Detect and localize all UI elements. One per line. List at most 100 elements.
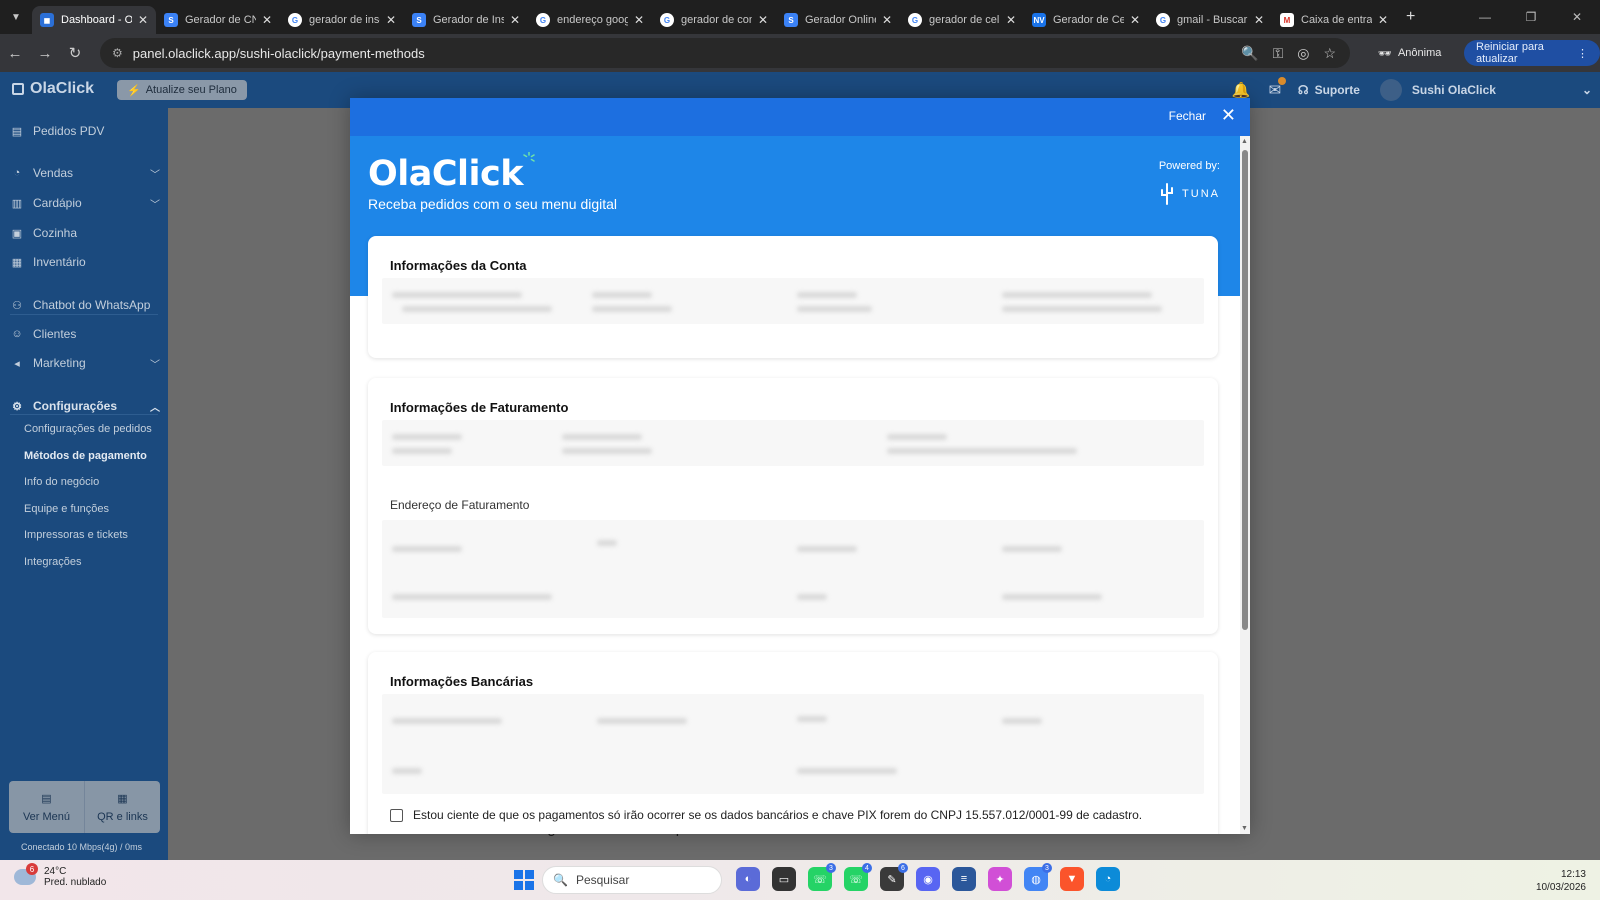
chevron-down-icon[interactable]: ﹀	[150, 196, 160, 211]
weather-desc: Pred. nublado	[44, 877, 107, 888]
more-vert-icon[interactable]: ⋮	[1577, 47, 1588, 60]
browser-tab[interactable]: S Gerador de Inscrição ✕	[404, 6, 528, 34]
edge-icon[interactable]: ◔	[1096, 867, 1120, 891]
taskbar-search[interactable]: 🔍 Pesquisar	[542, 866, 722, 894]
whatsapp-icon[interactable]: ☏ 3	[808, 863, 836, 891]
copilot-app-icon[interactable]: ◐	[736, 867, 760, 891]
minimize-icon[interactable]: —	[1462, 10, 1508, 24]
sidebar-item[interactable]: ▤ Pedidos PDV	[10, 120, 160, 142]
start-button[interactable]	[514, 870, 534, 890]
redacted-billing-fields	[382, 420, 1204, 466]
close-label[interactable]: Fechar	[1169, 109, 1206, 123]
chrome-icon[interactable]: ◍ 3	[1024, 863, 1052, 891]
connection-status: Conectado 10 Mbps(4g) / 0ms	[21, 842, 143, 852]
upgrade-plan-button[interactable]: ⚡ Atualize seu Plano	[117, 80, 247, 100]
tab-title: Gerador de Inscrição	[433, 14, 504, 26]
whatsapp-business-icon[interactable]: ☏ 4	[844, 863, 872, 891]
chevron-down-icon[interactable]: ⌄	[1582, 83, 1592, 97]
scroll-up-icon[interactable]: ▲	[1241, 138, 1248, 145]
maximize-icon[interactable]: ❐	[1508, 10, 1554, 24]
eye-off-icon[interactable]: ◎	[1297, 45, 1309, 62]
task-view-icon[interactable]: ▭	[772, 867, 796, 891]
browser-tab[interactable]: S Gerador de CNPJ ✕	[156, 6, 280, 34]
tab-search-icon[interactable]: ▼	[0, 0, 32, 34]
browser-tab[interactable]: Gendereço google ✕	[528, 6, 652, 34]
tab-favicon-icon: G	[536, 13, 550, 27]
sidebar-subitem[interactable]: Configurações de pedidos	[24, 423, 152, 435]
tab-close-icon[interactable]: ✕	[138, 13, 148, 27]
browser-tab[interactable]: NV Gerador de Celular ✕	[1024, 6, 1148, 34]
sidebar-subitem[interactable]: Equipe e funções	[24, 503, 109, 515]
bookmark-star-icon[interactable]: ☆	[1323, 45, 1336, 62]
sidebar-item[interactable]: ◔ Vendas ﹀	[10, 162, 160, 184]
site-info-icon[interactable]: ⚙	[112, 46, 123, 60]
sidebar-item[interactable]: ⚇ Chatbot do WhatsApp	[10, 294, 160, 316]
copilot-icon[interactable]: ✦	[988, 867, 1012, 891]
scroll-down-icon[interactable]: ▼	[1241, 825, 1248, 832]
tab-close-icon[interactable]: ✕	[882, 13, 892, 27]
profile-indicator[interactable]: 🕶 Anônima	[1378, 41, 1441, 65]
browser-tab[interactable]: Ggerador de celular ✕	[900, 6, 1024, 34]
tab-close-icon[interactable]: ✕	[1378, 13, 1388, 27]
notes-app-icon[interactable]: ✎ 6	[880, 863, 908, 891]
browser-tab[interactable]: Ggerador de conta ✕	[652, 6, 776, 34]
sidebar-item[interactable]: ▦ Inventário	[10, 251, 160, 273]
back-icon[interactable]: ←	[0, 45, 30, 62]
tab-close-icon[interactable]: ✕	[1130, 13, 1140, 27]
support-button[interactable]: ☊ Suporte	[1298, 83, 1360, 97]
taskbar-clock[interactable]: 12:13 10/03/2026	[1536, 868, 1586, 894]
user-menu[interactable]: Sushi OlaClick ⌄	[1379, 79, 1592, 101]
password-key-icon[interactable]: ⚿	[1273, 45, 1284, 62]
tab-close-icon[interactable]: ✕	[386, 13, 396, 27]
discord-icon[interactable]: ◉	[916, 867, 940, 891]
bell-icon[interactable]: 🔔	[1224, 81, 1258, 99]
app-root: OlaClick ⚡ Atualize seu Plano 🔔 ✉ ☊ Supo…	[0, 72, 1600, 860]
close-icon[interactable]: ✕	[1221, 105, 1236, 126]
scroll-thumb[interactable]	[1242, 150, 1248, 630]
consent-checkbox[interactable]	[390, 808, 403, 822]
sidebar-item[interactable]: ☺ Clientes	[10, 323, 160, 345]
chevron-down-icon[interactable]: ﹀	[150, 356, 160, 371]
weather-widget[interactable]: 6 24°C Pred. nublado	[14, 863, 107, 888]
zoom-icon[interactable]: 🔍	[1241, 45, 1258, 62]
tab-close-icon[interactable]: ✕	[510, 13, 520, 27]
mail-icon[interactable]: ✉	[1258, 77, 1292, 99]
sidebar-subitem[interactable]: Impressoras e tickets	[24, 529, 128, 541]
chevron-down-icon[interactable]: ﹀	[150, 166, 160, 181]
tab-favicon-icon: G	[1156, 13, 1170, 27]
sidebar-subitem[interactable]: Métodos de pagamento	[24, 450, 147, 462]
forward-icon[interactable]: →	[30, 45, 60, 62]
app-logo[interactable]: OlaClick	[12, 80, 94, 98]
sidebar-item-label: Clientes	[33, 327, 77, 341]
view-menu-button[interactable]: ▤ Ver Menú	[9, 781, 84, 833]
tab-close-icon[interactable]: ✕	[1006, 13, 1016, 27]
qr-code-icon: ▦	[117, 792, 128, 805]
browser-tab[interactable]: Ggerador de inscrição ✕	[280, 6, 404, 34]
reload-icon[interactable]: ↻	[60, 44, 90, 62]
brave-icon[interactable]: ▼	[1060, 867, 1084, 891]
new-tab-icon[interactable]: +	[1406, 8, 1415, 26]
browser-tab[interactable]: Ggmail - Buscar ✕	[1148, 6, 1272, 34]
receipt-icon: ▤	[11, 125, 23, 138]
sidebar-subitem[interactable]: Integrações	[24, 556, 81, 568]
chevron-up-icon[interactable]: ︿	[150, 399, 160, 414]
restart-update-button[interactable]: Reiniciar para atualizar ⋮	[1464, 40, 1600, 66]
browser-tab[interactable]: ◼ Dashboard - OlaClick ✕	[32, 6, 156, 34]
tab-close-icon[interactable]: ✕	[758, 13, 768, 27]
notepad-icon[interactable]: ≡	[952, 867, 976, 891]
close-window-icon[interactable]: ✕	[1554, 10, 1600, 24]
window-controls: — ❐ ✕	[1462, 0, 1600, 34]
sidebar-item[interactable]: ▥ Cardápio ﹀	[10, 192, 160, 214]
modal-scrollbar[interactable]: ▲ ▼	[1240, 136, 1250, 834]
browser-tab[interactable]: M Caixa de entrada ✕	[1272, 6, 1396, 34]
browser-tab[interactable]: S Gerador Online ✕	[776, 6, 900, 34]
url-field[interactable]: ⚙ panel.olaclick.app/sushi-olaclick/paym…	[100, 38, 1350, 68]
qr-links-button[interactable]: ▦ QR e links	[84, 781, 160, 833]
sidebar-item[interactable]: ▣ Cozinha	[10, 222, 160, 244]
tab-close-icon[interactable]: ✕	[1254, 13, 1264, 27]
sidebar-toggle-icon[interactable]	[12, 83, 24, 95]
sidebar-subitem[interactable]: Info do negócio	[24, 476, 99, 488]
tab-close-icon[interactable]: ✕	[262, 13, 272, 27]
tab-close-icon[interactable]: ✕	[634, 13, 644, 27]
sidebar-item[interactable]: ◂ Marketing ﹀	[10, 352, 160, 374]
